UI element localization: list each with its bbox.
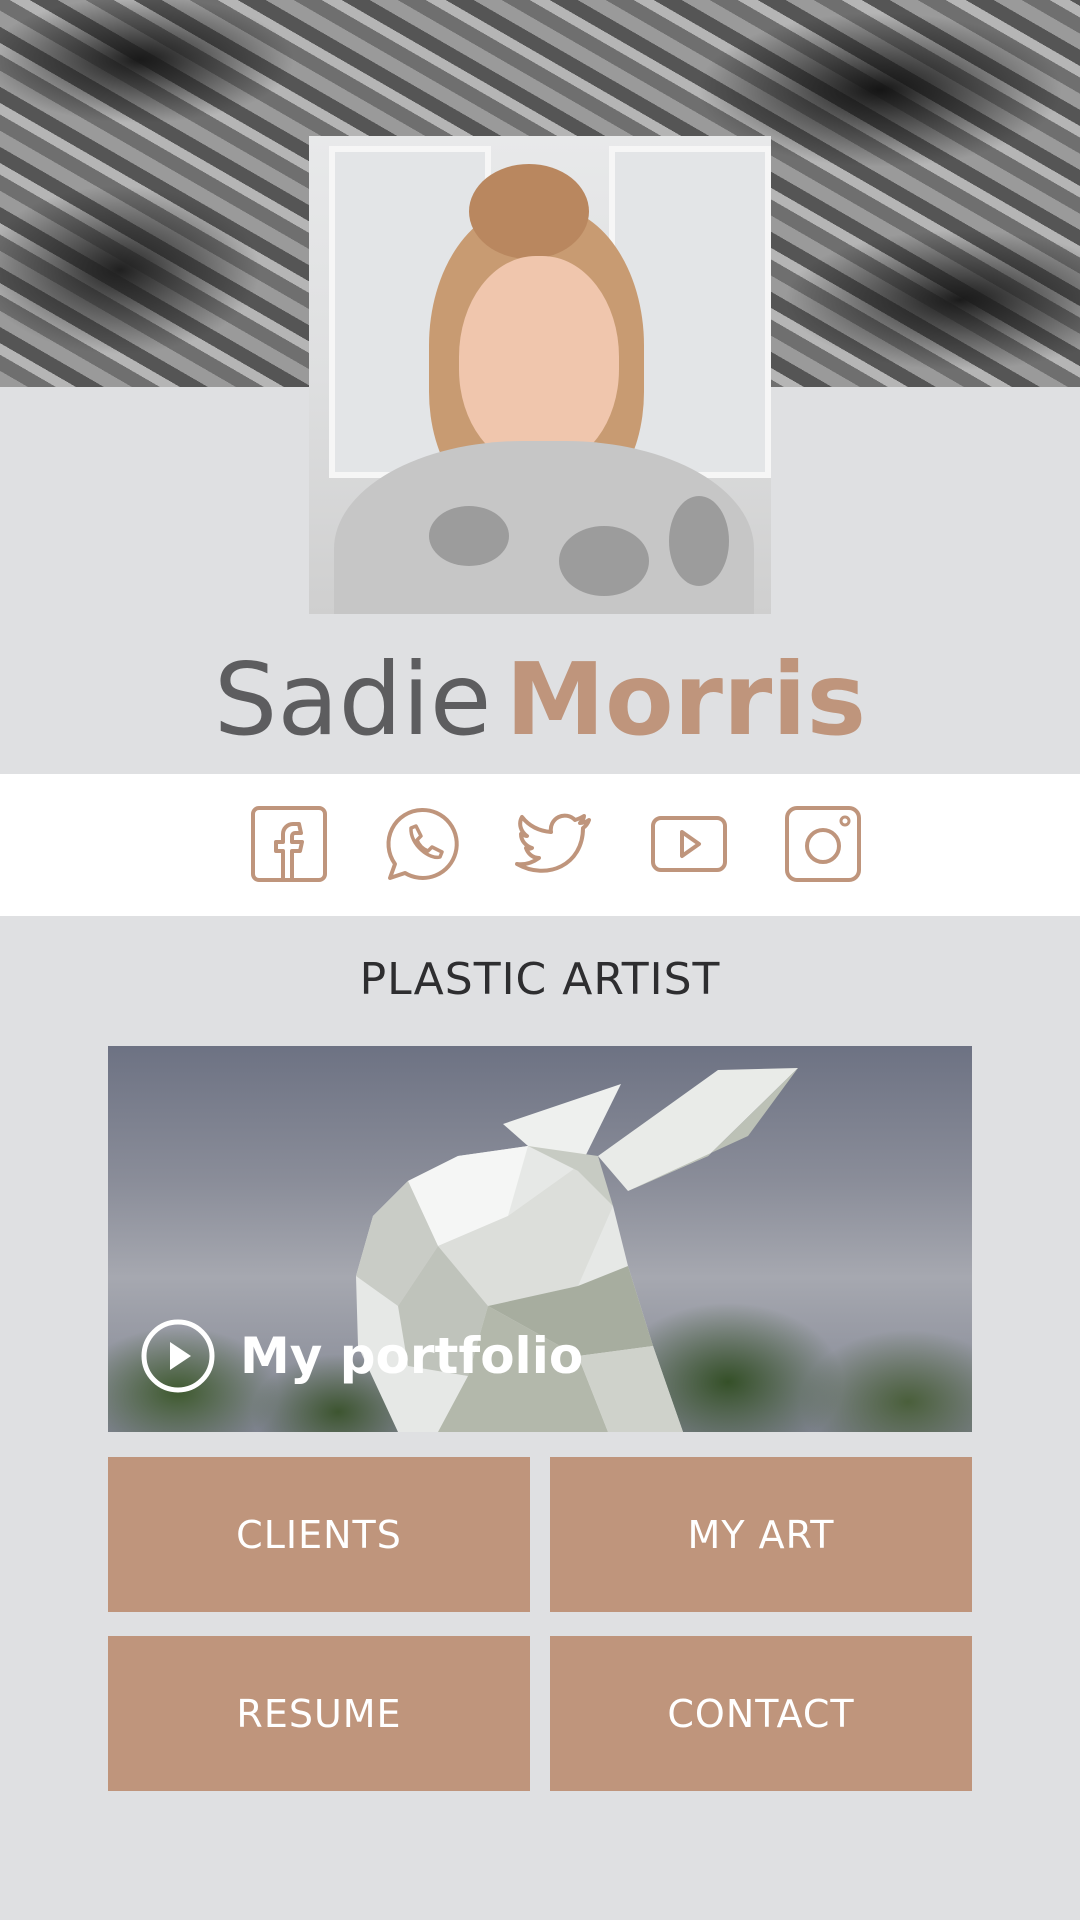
- profile-name: Sadie Morris: [0, 635, 1080, 765]
- twitter-link[interactable]: [515, 804, 595, 884]
- facebook-icon: [251, 806, 327, 882]
- social-links-bar: [0, 774, 1080, 916]
- resume-button[interactable]: RESUME: [108, 1636, 530, 1791]
- facebook-link[interactable]: [249, 804, 329, 884]
- play-icon: [141, 1319, 215, 1393]
- profile-photo: [309, 136, 771, 614]
- portfolio-label: My portfolio: [240, 1327, 584, 1385]
- contact-button[interactable]: CONTACT: [550, 1636, 972, 1791]
- youtube-icon: [651, 816, 727, 872]
- twitter-icon: [515, 813, 591, 873]
- photo-shirt-pattern: [669, 496, 729, 586]
- first-name: Sadie: [213, 641, 492, 758]
- youtube-link[interactable]: [649, 804, 729, 884]
- photo-face: [459, 256, 619, 466]
- profile-title: PLASTIC ARTIST: [359, 954, 721, 1005]
- my-art-button[interactable]: MY ART: [550, 1457, 972, 1612]
- photo-hair-bun: [469, 164, 589, 259]
- whatsapp-icon: [386, 807, 459, 880]
- whatsapp-link[interactable]: [382, 804, 462, 884]
- clients-button[interactable]: CLIENTS: [108, 1457, 530, 1612]
- photo-shirt-pattern: [429, 506, 509, 566]
- photo-shirt-pattern: [559, 526, 649, 596]
- last-name: Morris: [505, 641, 867, 758]
- portfolio-card[interactable]: My portfolio: [108, 1046, 972, 1432]
- instagram-link[interactable]: [783, 804, 863, 884]
- instagram-icon: [785, 806, 861, 882]
